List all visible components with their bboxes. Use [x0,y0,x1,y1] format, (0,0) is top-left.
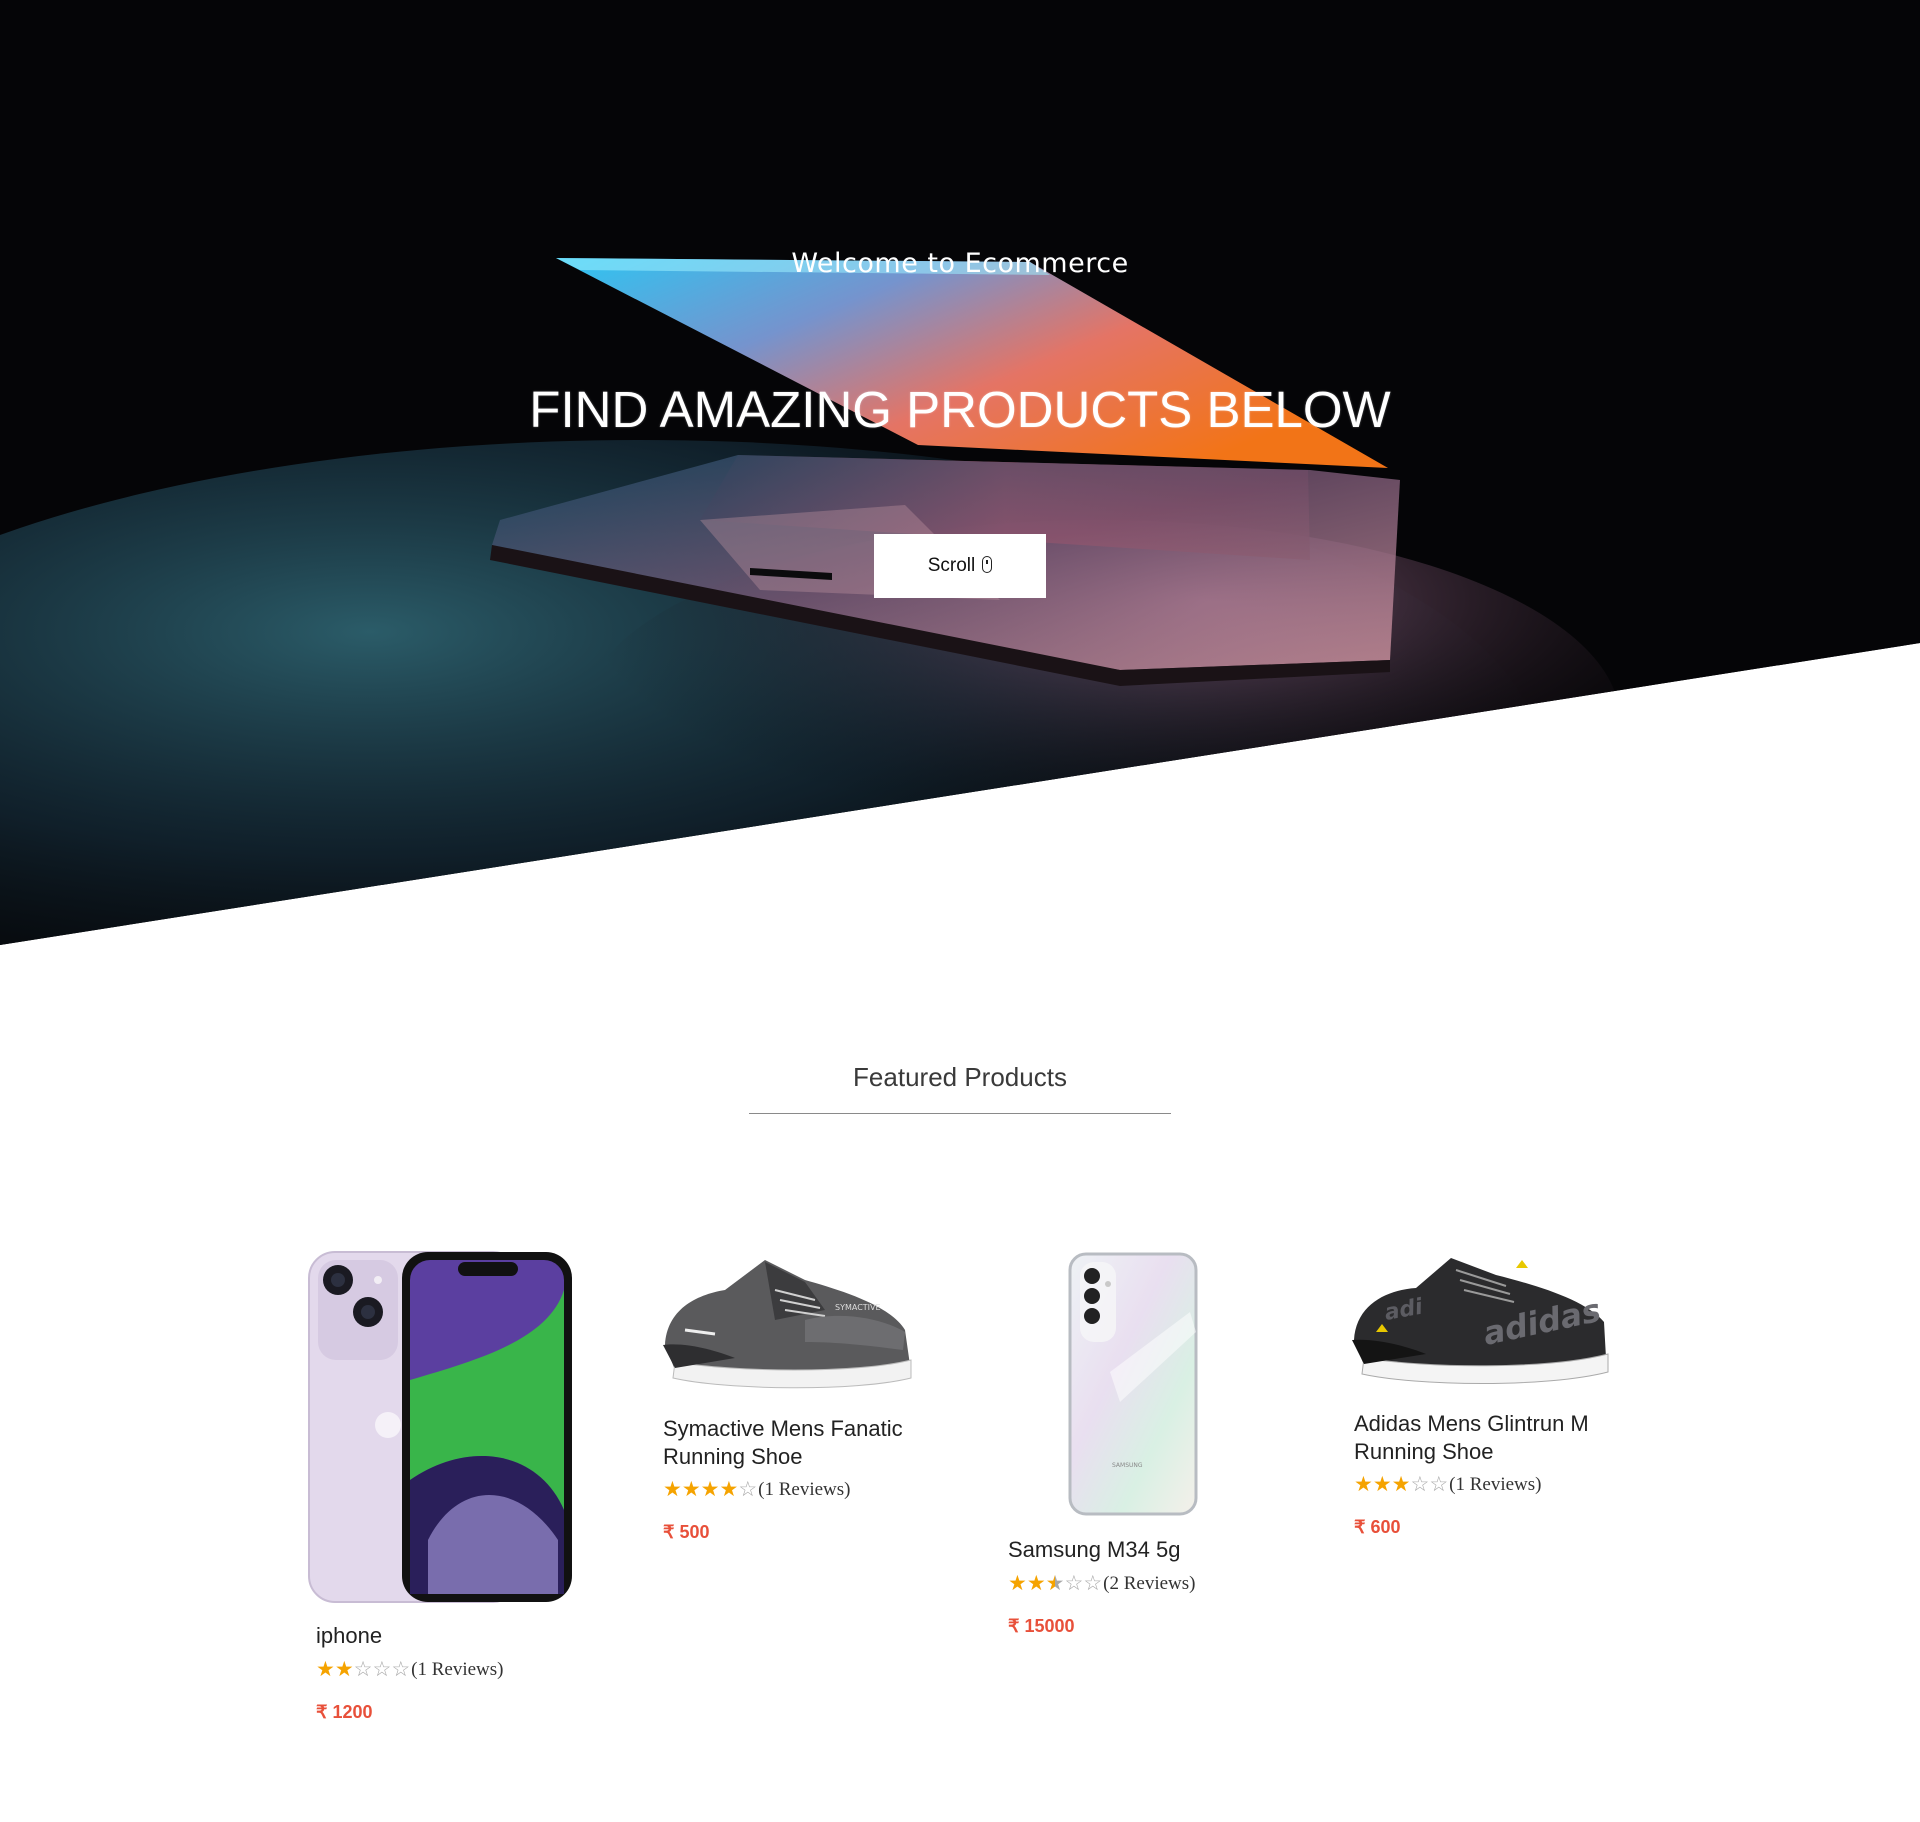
product-price: ₹ 500 [663,1522,710,1542]
rating-row: ★★★☆☆ (1 Reviews) [1354,1474,1541,1496]
rating-row: ★★★★☆ (1 Reviews) [663,1479,850,1501]
scroll-button[interactable]: Scroll [874,534,1046,598]
product-name: Symactive Mens Fanatic Running Shoe [663,1416,903,1469]
star-filled-icon: ★ [663,1478,682,1501]
samsung-phone-image: SAMSUNG [1068,1252,1198,1516]
product-card-iphone[interactable]: iphone ★★☆☆☆ (1 Reviews) ₹ 1200 [308,1250,598,1730]
iphone-image [308,1251,572,1603]
star-empty-icon: ☆ [1410,1473,1430,1496]
rating-row: ★★☆☆☆ (1 Reviews) [316,1659,503,1681]
star-empty-icon: ☆ [372,1658,392,1681]
star-filled-icon: ★ [681,1478,701,1501]
featured-title-divider [749,1113,1171,1114]
hero-banner: Welcome to Ecommerce FIND AMAZING PRODUC… [0,0,1920,945]
featured-products-title: Featured Products [853,1062,1067,1092]
star-empty-icon: ☆ [1064,1572,1084,1595]
product-price: ₹ 1200 [316,1702,373,1722]
product-name: iphone [316,1623,383,1648]
product-name: Samsung M34 5g [1008,1537,1181,1562]
star-filled-icon: ★ [1026,1572,1046,1595]
product-name: Adidas Mens Glintrun M Running Shoe [1354,1411,1589,1464]
star-filled-icon: ★ [1391,1473,1411,1496]
laptop-hero-image [0,0,1920,945]
mouse-icon [982,555,993,573]
star-empty-icon: ☆ [738,1478,758,1501]
rating-stars: ★★★☆☆ [1354,1474,1448,1496]
product-price: ₹ 15000 [1008,1616,1075,1636]
review-count: (1 Reviews) [411,1659,504,1680]
product-card-symactive-shoe[interactable]: SYMACTIVE Symactive Mens Fanatic Running… [655,1250,945,1550]
star-filled-icon: ★ [1372,1473,1392,1496]
review-count: (1 Reviews) [1449,1474,1542,1495]
star-filled-icon: ★ [719,1478,739,1501]
svg-text:SYMACTIVE: SYMACTIVE [835,1303,881,1312]
star-half-icon: ★ [1045,1572,1065,1595]
rating-row: ★★★☆☆ (2 Reviews) [1008,1573,1195,1595]
scroll-label: Scroll [927,555,976,576]
star-filled-icon: ★ [700,1478,720,1501]
product-card-adidas-shoe[interactable]: adidas adi Adidas Mens Glintrun M Runnin… [1346,1250,1636,1550]
product-price: ₹ 600 [1354,1517,1401,1537]
review-count: (2 Reviews) [1103,1573,1196,1594]
welcome-text: Welcome to Ecommerce [791,248,1129,279]
hero-heading: FIND AMAZING PRODUCTS BELOW [529,381,1391,438]
star-empty-icon: ☆ [353,1658,373,1681]
rating-stars: ★★★☆☆ [1008,1573,1102,1595]
product-card-samsung-m34[interactable]: SAMSUNG Samsung M34 5g ★★★☆☆ (2 Reviews)… [1000,1250,1290,1650]
review-count: (1 Reviews) [758,1479,851,1500]
star-empty-icon: ☆ [391,1658,411,1681]
star-filled-icon: ★ [334,1658,354,1681]
rating-stars: ★★★★☆ [663,1479,757,1501]
star-filled-icon: ★ [316,1658,335,1681]
star-filled-icon: ★ [1008,1572,1027,1595]
star-filled-icon: ★ [1354,1473,1373,1496]
star-empty-icon: ☆ [1083,1572,1103,1595]
svg-text:SAMSUNG: SAMSUNG [1112,1462,1143,1469]
adidas-shoe-image: adidas adi [1352,1258,1609,1384]
rating-stars: ★★☆☆☆ [316,1659,410,1681]
grey-running-shoe-image: SYMACTIVE [663,1260,912,1389]
star-empty-icon: ☆ [1429,1473,1449,1496]
